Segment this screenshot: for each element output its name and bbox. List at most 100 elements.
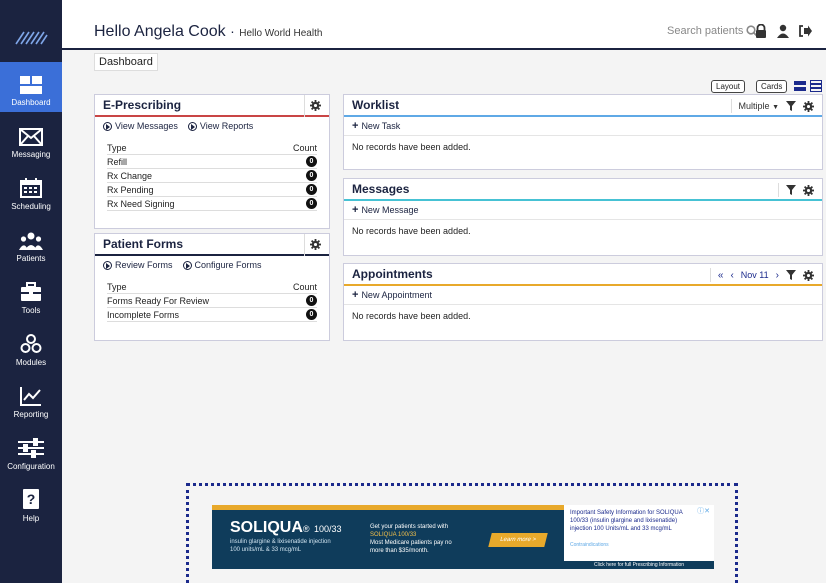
filter-icon[interactable] <box>786 270 796 280</box>
gear-icon[interactable] <box>803 184 814 196</box>
patient-forms-card: Patient Forms Review Forms Configure For… <box>94 233 330 341</box>
table-row[interactable]: Rx Change 0 <box>107 169 317 183</box>
dashboard-icon <box>20 76 42 94</box>
calendar-icon <box>20 178 42 198</box>
sidebar-item-patients[interactable]: Patients <box>0 218 62 268</box>
sidebar-item-label: Reporting <box>13 410 49 419</box>
gear-icon[interactable] <box>803 100 814 112</box>
sidebar-item-messaging[interactable]: Messaging <box>0 114 62 164</box>
chevron-right-icon[interactable]: › <box>776 270 779 281</box>
chevron-left-icon[interactable]: ‹ <box>730 270 733 281</box>
appointments-header: Appointments « ‹ Nov 11 › <box>344 264 822 286</box>
count-badge: 0 <box>306 309 317 320</box>
appointments-date[interactable]: Nov 11 <box>741 270 769 280</box>
count-badge: 0 <box>306 156 317 167</box>
users-icon <box>19 232 43 250</box>
plus-icon: + <box>352 204 359 216</box>
new-message-link[interactable]: + New Message <box>344 201 822 220</box>
table-row[interactable]: Forms Ready For Review 0 <box>107 294 317 308</box>
sidebar: Dashboard Messaging Scheduling Patients … <box>0 0 62 583</box>
filter-icon[interactable] <box>786 101 796 111</box>
empty-state: No records have been added. <box>352 226 471 236</box>
svg-text:?: ? <box>27 491 36 507</box>
gear-icon[interactable] <box>310 239 321 250</box>
ad-banner[interactable]: SOLIQUA® 100/33 insulin glargine & lixis… <box>212 505 714 569</box>
new-task-link[interactable]: + New Task <box>344 117 822 136</box>
page-title: Hello Angela Cook · Hello World Health <box>94 23 322 41</box>
cards-button[interactable]: Cards <box>756 80 788 93</box>
sidebar-item-configuration[interactable]: Configuration <box>0 426 62 476</box>
sidebar-item-label: Messaging <box>11 150 51 159</box>
gear-icon[interactable] <box>803 269 814 281</box>
new-appointment-link[interactable]: + New Appointment <box>344 286 822 305</box>
patient-forms-header: Patient Forms <box>95 234 329 256</box>
table-row[interactable]: Refill 0 <box>107 155 317 169</box>
table-row[interactable]: Rx Need Signing 0 <box>107 197 317 211</box>
count-badge: 0 <box>306 295 317 306</box>
plus-icon: + <box>352 120 359 132</box>
review-forms-link[interactable]: Review Forms <box>103 260 173 270</box>
sidebar-item-scheduling[interactable]: Scheduling <box>0 166 62 216</box>
rows-layout-icon[interactable] <box>794 80 806 92</box>
ad-contraindications[interactable]: Contraindications <box>570 541 708 549</box>
arrow-circle-icon <box>103 260 112 270</box>
sidebar-item-help[interactable]: ? Help <box>0 478 62 528</box>
patient-search[interactable]: Search patients <box>667 25 759 37</box>
help-icon: ? <box>23 489 39 509</box>
table-row[interactable]: Incomplete Forms 0 <box>107 308 317 322</box>
user-icon[interactable] <box>776 24 790 38</box>
view-reports-link[interactable]: View Reports <box>187 121 253 131</box>
envelope-icon <box>19 128 43 146</box>
caret-down-icon: ▼ <box>772 104 779 111</box>
sidebar-item-label: Help <box>22 514 40 523</box>
ad-learn-more-button[interactable]: Learn more > <box>488 533 548 547</box>
sidebar-item-label: Patients <box>16 254 46 263</box>
empty-state: No records have been added. <box>352 311 471 321</box>
greeting-separator: · <box>230 23 235 39</box>
worklist-filter-select[interactable]: Multiple ▼ <box>739 101 779 111</box>
view-messages-link[interactable]: View Messages <box>103 121 178 131</box>
card-title: Patient Forms <box>103 237 184 251</box>
messages-header: Messages <box>344 179 822 201</box>
arrow-circle-icon <box>103 121 112 131</box>
gear-icon[interactable] <box>310 100 321 111</box>
patient-forms-table: Type Count Forms Ready For Review 0 Incomp… <box>107 280 317 322</box>
eprescribing-card: E-Prescribing View Messages View Reports… <box>94 94 330 229</box>
eprescribing-header: E-Prescribing <box>95 95 329 117</box>
empty-state: No records have been added. <box>352 142 471 152</box>
layout-button[interactable]: Layout <box>711 80 746 93</box>
ad-close-icon[interactable]: ⓘ✕ <box>697 508 710 516</box>
ad-brand: SOLIQUA® 100/33 <box>230 519 342 536</box>
card-title: E-Prescribing <box>103 98 182 112</box>
sidebar-item-label: Modules <box>15 358 47 367</box>
search-label: Search patients <box>667 25 744 37</box>
logout-icon[interactable] <box>798 24 812 38</box>
messages-card: Messages + New Message No records have be… <box>343 178 823 256</box>
double-chevron-left-icon[interactable]: « <box>718 270 724 281</box>
appointments-card: Appointments « ‹ Nov 11 › + New Appointme… <box>343 263 823 341</box>
app-logo <box>15 31 48 45</box>
sidebar-item-modules[interactable]: Modules <box>0 322 62 372</box>
greeting-text: Hello Angela Cook <box>94 23 226 40</box>
lock-icon[interactable] <box>754 24 768 38</box>
list-layout-icon[interactable] <box>810 80 822 92</box>
table-row[interactable]: Rx Pending 0 <box>107 183 317 197</box>
ad-full-pi-link[interactable]: Click here for full Prescribing Informat… <box>564 561 714 569</box>
count-badge: 0 <box>306 170 317 181</box>
sliders-icon <box>18 438 44 458</box>
ad-subtitle: insulin glargine & lixisenatide injectio… <box>230 539 331 553</box>
sidebar-item-dashboard[interactable]: Dashboard <box>0 62 62 112</box>
arrow-circle-icon <box>187 121 197 131</box>
filter-icon[interactable] <box>786 185 796 195</box>
eprescribing-table: Type Count Refill 0 Rx Change 0 Rx Pending 0… <box>107 141 317 211</box>
breadcrumb[interactable]: Dashboard <box>94 53 158 71</box>
card-title: Messages <box>352 182 410 196</box>
arrow-circle-icon <box>182 260 192 270</box>
count-badge: 0 <box>306 198 317 209</box>
worklist-header: Worklist Multiple ▼ <box>344 95 822 117</box>
organization-name: Hello World Health <box>239 28 323 39</box>
sidebar-item-reporting[interactable]: Reporting <box>0 374 62 424</box>
sidebar-item-tools[interactable]: Tools <box>0 270 62 320</box>
card-title: Appointments <box>352 267 433 281</box>
configure-forms-link[interactable]: Configure Forms <box>182 260 262 270</box>
